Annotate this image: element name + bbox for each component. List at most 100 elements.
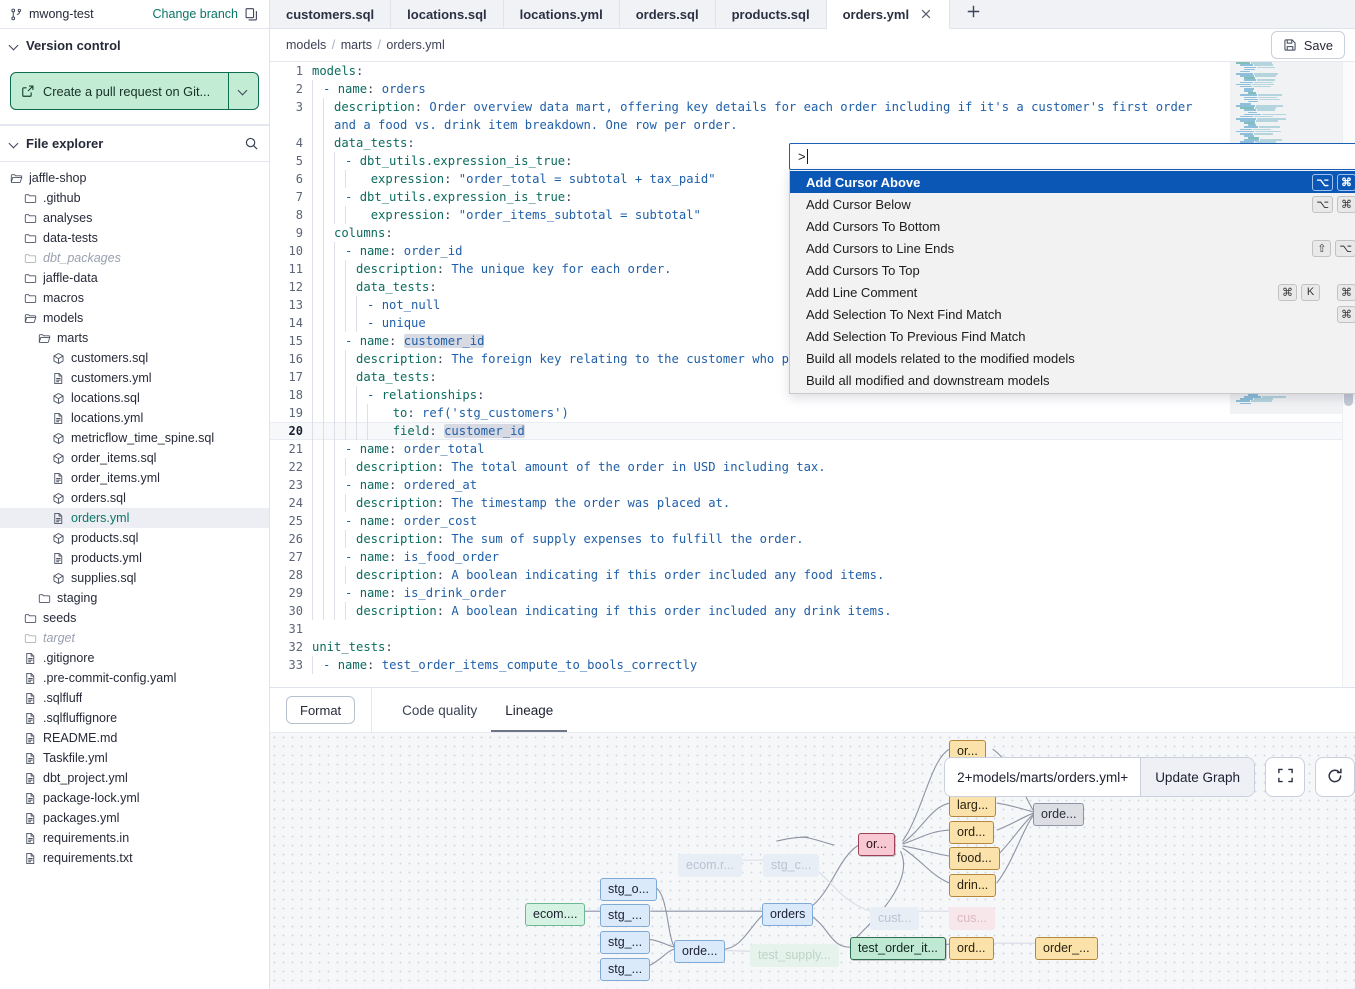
lineage-node[interactable]: orders	[762, 903, 813, 926]
breadcrumb-part[interactable]: orders.yml	[386, 38, 444, 52]
code-line[interactable]: 3description: Order overview data mart, …	[270, 98, 1355, 116]
lineage-node[interactable]: stg_...	[600, 904, 650, 927]
tree-item-models[interactable]: models	[0, 308, 269, 328]
tree-item--gitignore[interactable]: .gitignore	[0, 648, 269, 668]
code-line[interactable]: 33- name: test_order_items_compute_to_bo…	[270, 656, 1355, 674]
tab-products-sql[interactable]: products.sql	[716, 0, 827, 28]
command-palette-item[interactable]: Add Cursors to Line Ends⇧⌥I	[790, 237, 1355, 259]
tree-item-readme-md[interactable]: README.md	[0, 728, 269, 748]
breadcrumb[interactable]: models / marts / orders.yml	[286, 38, 1271, 52]
tree-item-staging[interactable]: staging	[0, 588, 269, 608]
tab-customers-sql[interactable]: customers.sql	[270, 0, 391, 28]
code-line[interactable]: 25- name: order_cost	[270, 512, 1355, 530]
search-icon[interactable]	[244, 136, 259, 151]
lineage-node[interactable]: order_...	[1035, 937, 1098, 960]
code-line[interactable]: 1models:	[270, 62, 1355, 80]
version-control-header[interactable]: Version control	[0, 29, 269, 62]
editor-tab-strip[interactable]: customers.sqllocations.sqllocations.ymlo…	[270, 0, 1355, 29]
command-palette-list[interactable]: Add Cursor Above⌥⌘↑Add Cursor Below⌥⌘↓Ad…	[789, 170, 1355, 394]
lineage-node[interactable]: orde...	[674, 940, 725, 963]
new-tab-button[interactable]	[950, 0, 996, 28]
tree-item--pre-commit-config-yaml[interactable]: .pre-commit-config.yaml	[0, 668, 269, 688]
code-line[interactable]: 29- name: is_drink_order	[270, 584, 1355, 602]
tree-item-customers-yml[interactable]: customers.yml	[0, 368, 269, 388]
graph-toolbar[interactable]: 2+models/marts/orders.yml+ Update Graph	[944, 757, 1355, 797]
command-palette-item[interactable]: Add Line Comment⌘K⌘C	[790, 281, 1355, 303]
lineage-node[interactable]: or...	[858, 833, 895, 856]
tree-item-requirements-txt[interactable]: requirements.txt	[0, 848, 269, 868]
file-tree[interactable]: jaffle-shop.githubanalysesdata-testsdbt_…	[0, 162, 269, 989]
command-palette[interactable]: > Add Cursor Above⌥⌘↑Add Cursor Below⌥⌘↓…	[789, 143, 1355, 394]
tree-item-requirements-in[interactable]: requirements.in	[0, 828, 269, 848]
code-line[interactable]: 30description: A boolean indicating if t…	[270, 602, 1355, 620]
lineage-node[interactable]: ord...	[949, 937, 994, 960]
code-line[interactable]: 21- name: order_total	[270, 440, 1355, 458]
command-palette-item[interactable]: Add Cursors To Top	[790, 259, 1355, 281]
code-line[interactable]: 32unit_tests:	[270, 638, 1355, 656]
code-line[interactable]: 19 to: ref('stg_customers')	[270, 404, 1355, 422]
tree-item-locations-sql[interactable]: locations.sql	[0, 388, 269, 408]
file-explorer-header[interactable]: File explorer	[0, 125, 269, 162]
tree-item-orders-sql[interactable]: orders.sql	[0, 488, 269, 508]
save-button[interactable]: Save	[1271, 31, 1345, 59]
command-palette-item[interactable]: Add Cursors To Bottom	[790, 215, 1355, 237]
lineage-node[interactable]: drin...	[949, 874, 996, 897]
lineage-node[interactable]: ecom.r...	[678, 854, 742, 877]
tab-locations-yml[interactable]: locations.yml	[504, 0, 620, 28]
tree-item-jaffle-shop[interactable]: jaffle-shop	[0, 168, 269, 188]
tree-item-packages-yml[interactable]: packages.yml	[0, 808, 269, 828]
bottom-tab-lineage[interactable]: Lineage	[491, 688, 567, 732]
lineage-node[interactable]: larg...	[949, 794, 996, 817]
tab-orders-sql[interactable]: orders.sql	[620, 0, 716, 28]
tree-item-orders-yml[interactable]: orders.yml	[0, 508, 269, 528]
code-line[interactable]: and a food vs. drink item breakdown. One…	[270, 116, 1355, 134]
command-palette-item[interactable]: Add Selection To Next Find Match⌘D	[790, 303, 1355, 325]
create-pull-request-button[interactable]: Create a pull request on Git...	[10, 72, 259, 110]
code-line[interactable]: 24description: The timestamp the order w…	[270, 494, 1355, 512]
tree-item-products-sql[interactable]: products.sql	[0, 528, 269, 548]
refresh-button[interactable]	[1315, 757, 1355, 797]
bottom-tab-code-quality[interactable]: Code quality	[388, 688, 491, 732]
code-line[interactable]: 26description: The sum of supply expense…	[270, 530, 1355, 548]
breadcrumb-part[interactable]: marts	[341, 38, 372, 52]
code-line[interactable]: 23- name: ordered_at	[270, 476, 1355, 494]
tab-orders-yml[interactable]: orders.yml	[827, 0, 950, 29]
lineage-node[interactable]: stg_...	[600, 958, 650, 981]
command-palette-input[interactable]: >	[789, 143, 1355, 170]
lineage-node[interactable]: test_supply...	[750, 944, 839, 967]
tree-item-dbt-packages[interactable]: dbt_packages	[0, 248, 269, 268]
command-palette-item[interactable]: Add Selection To Previous Find Match	[790, 325, 1355, 347]
tree-item--sqlfluffignore[interactable]: .sqlfluffignore	[0, 708, 269, 728]
close-icon[interactable]	[919, 7, 933, 21]
bottom-panel-tabs[interactable]: Format Code qualityLineage	[270, 688, 1355, 733]
tree-item-locations-yml[interactable]: locations.yml	[0, 408, 269, 428]
lineage-node[interactable]: stg_...	[600, 931, 650, 954]
code-line[interactable]: 22description: The total amount of the o…	[270, 458, 1355, 476]
tree-item-products-yml[interactable]: products.yml	[0, 548, 269, 568]
lineage-node[interactable]: ord...	[949, 821, 994, 844]
tree-item-package-lock-yml[interactable]: package-lock.yml	[0, 788, 269, 808]
update-graph-button[interactable]: Update Graph	[1141, 758, 1254, 796]
code-line[interactable]: 2- name: orders	[270, 80, 1355, 98]
tree-item-order-items-yml[interactable]: order_items.yml	[0, 468, 269, 488]
tree-item-jaffle-data[interactable]: jaffle-data	[0, 268, 269, 288]
tree-item-data-tests[interactable]: data-tests	[0, 228, 269, 248]
graph-selector-input[interactable]: 2+models/marts/orders.yml+	[945, 758, 1141, 796]
tree-item-order-items-sql[interactable]: order_items.sql	[0, 448, 269, 468]
pr-options-dropdown[interactable]	[228, 73, 258, 109]
tree-item-metricflow-time-spine-sql[interactable]: metricflow_time_spine.sql	[0, 428, 269, 448]
code-line[interactable]: 27- name: is_food_order	[270, 548, 1355, 566]
command-palette-item[interactable]: Add Cursor Below⌥⌘↓	[790, 193, 1355, 215]
create-pull-request-main[interactable]: Create a pull request on Git...	[11, 73, 228, 109]
tree-item-seeds[interactable]: seeds	[0, 608, 269, 628]
lineage-node[interactable]: stg_o...	[600, 878, 657, 901]
code-line[interactable]: 20 field: customer_id	[270, 422, 1355, 440]
copy-icon[interactable]	[244, 7, 259, 22]
tree-item--sqlfluff[interactable]: .sqlfluff	[0, 688, 269, 708]
command-palette-item[interactable]: Build all modified and downstream models	[790, 369, 1355, 391]
code-line[interactable]: 31	[270, 620, 1355, 638]
tree-item-analyses[interactable]: analyses	[0, 208, 269, 228]
fullscreen-button[interactable]	[1265, 757, 1305, 797]
lineage-node[interactable]: stg_c...	[763, 854, 819, 877]
tree-item-supplies-sql[interactable]: supplies.sql	[0, 568, 269, 588]
